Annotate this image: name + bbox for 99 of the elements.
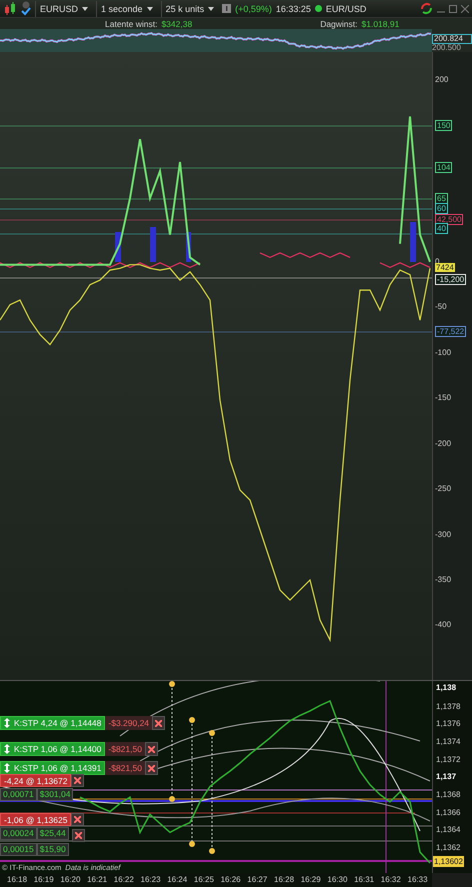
info-icon[interactable] — [222, 4, 232, 13]
close-icon — [148, 764, 155, 772]
axis-label: 1,1372 — [436, 754, 460, 765]
caret-icon — [208, 6, 214, 10]
price-change: (+0,59%) — [235, 4, 272, 14]
axis-label: 1,1378 — [436, 701, 460, 712]
level-tag: -77,522 — [435, 326, 466, 337]
axis-label: 1,138 — [436, 682, 456, 693]
time-label: 16:19 — [34, 875, 54, 884]
axis-label: -50 — [435, 302, 447, 312]
level-tag: 42,500 — [435, 214, 464, 225]
time-label: 16:22 — [114, 875, 134, 884]
level-tag: 7424 — [435, 263, 455, 272]
status-dot-icon — [314, 5, 322, 12]
time-label: 16:27 — [247, 875, 268, 884]
close-position-button[interactable] — [72, 829, 85, 842]
time-label: 16:25 — [194, 875, 214, 884]
signal-bar — [150, 227, 156, 262]
cancel-order-button[interactable] — [144, 742, 158, 756]
time-label: 16:20 — [60, 875, 80, 884]
clock-time: 16:33:25 — [276, 4, 311, 14]
layers-check-icon[interactable] — [21, 0, 31, 16]
level-tag: -15,200 — [435, 274, 466, 285]
stop-order-tag[interactable]: K:STP 1,06 @ 1,14391 — [0, 761, 106, 775]
axis-label: -350 — [435, 575, 452, 584]
close-icon — [148, 746, 155, 752]
caret-icon — [82, 6, 88, 10]
move-arrows-icon — [4, 763, 10, 773]
time-label: 16:33 — [408, 875, 428, 884]
level-tag: 40 — [435, 223, 448, 234]
time-label: 16:31 — [354, 875, 374, 884]
axis-label: 1,1364 — [436, 824, 460, 835]
time-label: 16:26 — [220, 875, 241, 884]
axis-label: 1,13602 — [433, 856, 464, 867]
axis-label: -200 — [435, 438, 452, 448]
day-profit-value: $1.018,91 — [362, 18, 400, 28]
axis-label: 200.824 — [432, 34, 472, 44]
order-loss: -$821,50 — [105, 742, 145, 756]
axis-label: -100 — [435, 348, 452, 357]
position-profit: $25,44 — [36, 827, 69, 840]
level-tag: 150 — [435, 120, 452, 131]
stop-order-tag[interactable]: K:STP 4,24 @ 1,14448 — [0, 716, 106, 730]
position-pips: 0,00015 — [0, 843, 37, 856]
close-position-button[interactable] — [71, 813, 84, 826]
position-profit: $301,04 — [36, 788, 74, 801]
move-arrows-icon — [4, 718, 10, 728]
signal-bar — [186, 232, 191, 262]
market-name: EUR/USD — [326, 4, 366, 14]
axis-label: 1,137 — [436, 771, 456, 782]
position-tag[interactable]: -4,24 @ 1,13672 — [0, 774, 72, 787]
maximize-icon[interactable] — [449, 4, 457, 12]
axis-label: -250 — [435, 484, 452, 494]
caret-icon — [146, 6, 153, 10]
latent-profit-value: $342,38 — [161, 18, 192, 28]
interval-dropdown[interactable]: 1 seconde — [96, 0, 157, 16]
size-dropdown[interactable]: 25 k units — [160, 0, 218, 16]
axis-label: 1,1376 — [436, 718, 460, 729]
axis-label: -400 — [435, 620, 452, 630]
close-icon — [75, 832, 82, 839]
latent-profit-label: Latente winst: — [105, 18, 158, 28]
order-loss: -$821,50 — [105, 761, 145, 775]
position-pips: 0,00071 — [0, 788, 37, 801]
axis-label: 200 — [435, 75, 448, 84]
level-tag: 65 — [435, 193, 448, 204]
stop-order-tag[interactable]: K:STP 1,06 @ 1,14400 — [0, 742, 106, 756]
signal-bar — [410, 222, 416, 262]
cancel-order-button[interactable] — [144, 761, 158, 775]
time-label: 16:18 — [7, 875, 28, 884]
axis-label: -150 — [435, 393, 452, 402]
order-loss: -$3.290,24 — [105, 716, 152, 730]
candlestick-icon[interactable] — [3, 2, 17, 16]
axis-label: 1,1366 — [436, 807, 460, 818]
close-icon — [155, 720, 162, 726]
position-pips: 0,00024 — [0, 827, 37, 840]
time-label: 16:29 — [300, 875, 321, 884]
time-label: 16:30 — [327, 875, 348, 884]
time-label: 16:28 — [274, 875, 294, 884]
time-label: 16:32 — [380, 875, 401, 884]
level-tag: 60 — [435, 203, 448, 214]
time-label: 16:21 — [87, 875, 108, 884]
time-label: 16:23 — [140, 875, 161, 884]
axis-label: -300 — [435, 530, 452, 539]
move-arrows-icon — [4, 744, 10, 754]
time-label: 16:24 — [167, 875, 188, 884]
instrument-dropdown[interactable]: EURUSD — [35, 0, 92, 16]
axis-label: 1,1374 — [436, 736, 460, 747]
axis-label: 1,1368 — [436, 789, 460, 800]
axis-label: 1,1362 — [436, 842, 460, 853]
day-profit-label: Dagwinst: — [320, 18, 358, 28]
close-position-button[interactable] — [71, 774, 84, 787]
close-icon[interactable] — [461, 4, 469, 12]
cancel-order-button[interactable] — [152, 716, 166, 730]
close-icon — [74, 777, 82, 784]
position-profit: $15,90 — [36, 843, 69, 856]
refresh-icon[interactable] — [420, 2, 433, 15]
close-icon — [74, 816, 82, 823]
axis-label: 200.500 — [432, 44, 462, 52]
position-tag[interactable]: -1,06 @ 1,13625 — [0, 813, 72, 826]
level-tag: 104 — [435, 162, 452, 173]
